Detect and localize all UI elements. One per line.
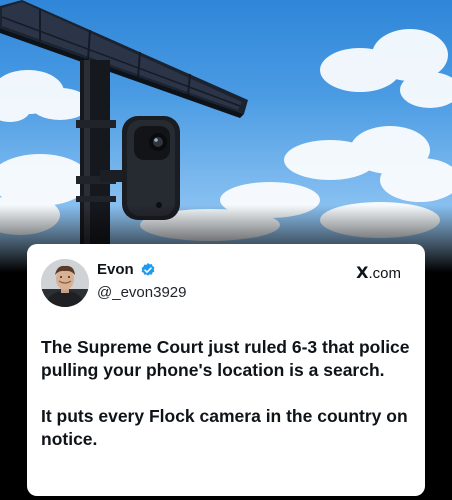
source-domain: .com (368, 265, 401, 282)
avatar[interactable] (41, 259, 89, 307)
hero-photo (0, 0, 452, 272)
display-name[interactable]: Evon (97, 261, 134, 279)
user-handle[interactable]: @_evon3929 (97, 284, 186, 302)
tweet-card[interactable]: Evon @_evon3929 X.com The Supreme Court … (27, 244, 425, 496)
avatar-icon (41, 259, 89, 307)
tweet-paragraph: It puts every Flock camera in the countr… (41, 406, 408, 449)
tweet-text: The Supreme Court just ruled 6-3 that po… (41, 336, 413, 451)
verified-badge-icon (141, 263, 155, 276)
x-logo-icon: X (356, 263, 369, 282)
tweet-paragraph: The Supreme Court just ruled 6-3 that po… (41, 337, 410, 380)
post-image: Evon @_evon3929 X.com The Supreme Court … (0, 0, 452, 500)
source-label: X.com (356, 264, 401, 283)
